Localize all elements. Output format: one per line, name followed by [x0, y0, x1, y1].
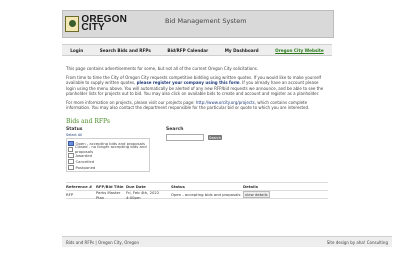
checkbox-icon[interactable] — [68, 152, 74, 159]
col-details: Details — [243, 184, 258, 190]
col-due-date: Due Date — [126, 184, 146, 190]
system-title: Bid Management System — [165, 17, 247, 25]
status-option-label: Postponed — [75, 164, 96, 170]
status-option-postponed[interactable]: Postponed — [68, 164, 148, 171]
page: OREGON CITY Bid Management System Login … — [62, 0, 400, 279]
logo-text: OREGON CITY — [81, 15, 127, 33]
intro-paragraph-2: From time to time the City of Oregon Cit… — [66, 75, 328, 96]
status-label: Status — [66, 127, 83, 133]
checkbox-icon[interactable] — [68, 158, 74, 165]
logo-line-2: CITY — [81, 22, 105, 33]
checkbox-icon[interactable] — [68, 146, 73, 153]
status-option-closed[interactable]: Closed - no longer accepting bids and pr… — [68, 144, 148, 154]
footer: Bids and RFPs | Oregon City, Oregon Site… — [62, 236, 392, 247]
search-filters: Status Select All Open - accepting bids … — [66, 127, 332, 173]
cell-status: Open - accepting bids and proposals — [171, 192, 241, 198]
col-reference: Reference # — [66, 184, 93, 190]
section-title: Bids and RFPs — [66, 118, 110, 126]
intro-paragraph-1: This page contains advertisements for so… — [66, 66, 259, 71]
top-nav: Login Search Bids and RFPs Bid/RFP Calen… — [62, 44, 332, 56]
header: OREGON CITY Bid Management System — [62, 10, 334, 38]
nav-my-dashboard[interactable]: My Dashboard — [225, 48, 259, 53]
search-button[interactable]: Search — [208, 135, 222, 141]
bids-table: Reference # RFP/Bid Title Due Date Statu… — [66, 182, 328, 200]
search-label: Search — [166, 127, 184, 133]
search-input-wrap: Search — [166, 134, 286, 142]
footer-right: Site design by aha! Consulting — [326, 239, 388, 245]
cell-due-date: Fri, Feb 4th, 2022 4:00pm — [126, 189, 160, 200]
status-checkbox-list: Open - accepting bids and proposals Clos… — [66, 138, 150, 173]
city-seal-icon — [65, 16, 80, 32]
intro-paragraph-3: For more information on projects, please… — [66, 100, 328, 110]
nav-bid-calendar[interactable]: Bid/RFP Calendar — [167, 48, 208, 53]
col-status: Status — [171, 184, 185, 190]
cell-title: Parks Master Plan — [96, 189, 121, 200]
view-details-button[interactable]: view details — [243, 191, 270, 199]
checkbox-icon[interactable] — [68, 164, 74, 171]
status-option-label: Cancelled — [75, 158, 95, 164]
search-input[interactable] — [166, 134, 204, 142]
oregon-city-logo[interactable]: OREGON CITY — [65, 13, 127, 35]
table-row[interactable]: RFP Parks Master Plan Fri, Feb 4th, 2022… — [66, 189, 328, 200]
select-all-link[interactable]: Select All — [66, 133, 166, 137]
nav-oregon-city-website[interactable]: Oregon City Website — [275, 48, 324, 53]
cell-details: view details — [243, 191, 283, 199]
cell-reference: RFP — [66, 192, 74, 198]
footer-left: Bids and RFPs | Oregon City, Oregon — [66, 239, 139, 245]
col-title: RFP/Bid Title — [96, 184, 124, 190]
status-option-label: Awarded — [75, 152, 93, 158]
checkbox-icon[interactable] — [68, 140, 74, 147]
nav-login[interactable]: Login — [70, 48, 83, 53]
nav-search-bids[interactable]: Search Bids and RFPs — [100, 48, 151, 53]
search-filter: Search Search — [166, 127, 286, 172]
status-filter: Status Select All Open - accepting bids … — [66, 127, 166, 173]
main-content: This page contains advertisements for so… — [62, 66, 332, 200]
